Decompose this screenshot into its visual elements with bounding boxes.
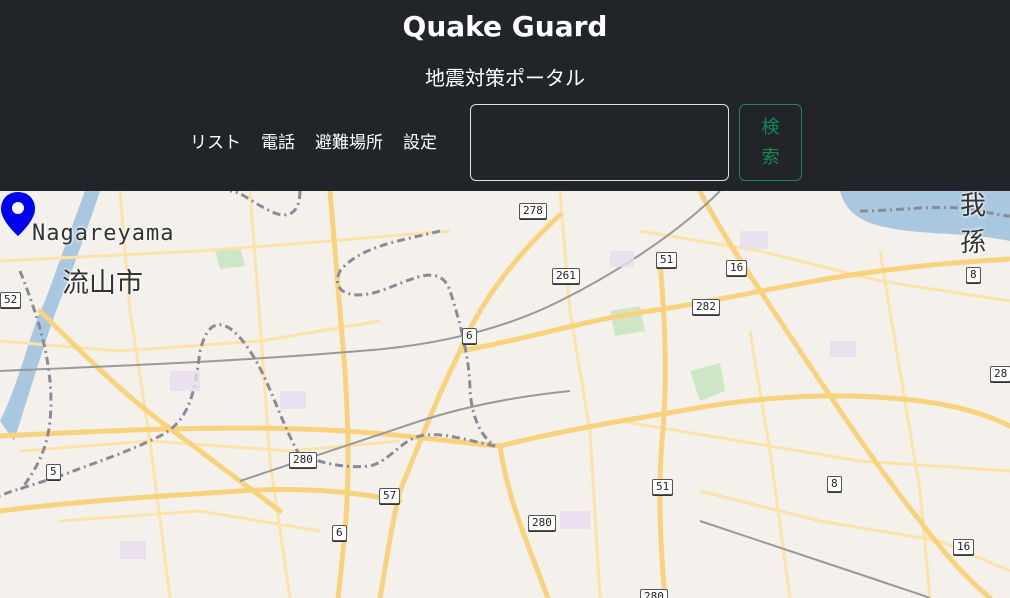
nav-link-settings[interactable]: 設定 (403, 128, 437, 158)
map-view[interactable]: Nagareyama 流山市 我孫 278 261 51 16 282 6 8 … (0, 191, 1010, 598)
location-pin-icon[interactable] (0, 191, 36, 237)
route-shield: 280 (289, 452, 317, 468)
route-shield: 6 (332, 525, 347, 541)
route-shield: 282 (692, 299, 720, 315)
route-shield: 278 (519, 203, 547, 219)
route-shield: 5 (46, 464, 61, 480)
route-shield: 8 (827, 476, 842, 492)
search-input[interactable] (470, 104, 729, 181)
nav-link-shelters[interactable]: 避難場所 (315, 128, 383, 158)
route-shield: 52 (0, 292, 22, 308)
search-button[interactable]: 検索 (739, 104, 802, 181)
route-shield: 280 (640, 589, 668, 598)
route-shield: 6 (462, 328, 477, 344)
nav-link-list[interactable]: リスト (190, 128, 241, 158)
nav-link-phone[interactable]: 電話 (261, 128, 295, 158)
built-up-areas (120, 231, 856, 559)
map-tiles (0, 191, 1010, 598)
route-shield: 280 (528, 515, 556, 531)
brand-title[interactable]: Quake Guard (0, 10, 1010, 43)
route-shield: 28 (990, 366, 1010, 382)
city-label-partial: 我孫 (960, 191, 987, 258)
route-shield: 261 (552, 268, 580, 284)
city-label-ja: 流山市 (62, 268, 143, 299)
route-shield: 16 (953, 539, 975, 555)
railways (0, 191, 931, 598)
route-shield: 8 (966, 267, 981, 283)
portal-subtitle: 地震対策ポータル (425, 66, 585, 90)
route-shield: 51 (652, 479, 674, 495)
park-area (690, 363, 725, 401)
route-shield: 51 (656, 252, 678, 268)
route-shield: 16 (726, 260, 748, 276)
top-navbar: Quake Guard 地震対策ポータル リスト 電話 避難場所 設定 検索 (0, 0, 1010, 191)
city-label-en: Nagareyama (32, 221, 175, 246)
route-shield: 57 (379, 488, 401, 504)
nav-links: リスト 電話 避難場所 設定 (190, 128, 437, 158)
